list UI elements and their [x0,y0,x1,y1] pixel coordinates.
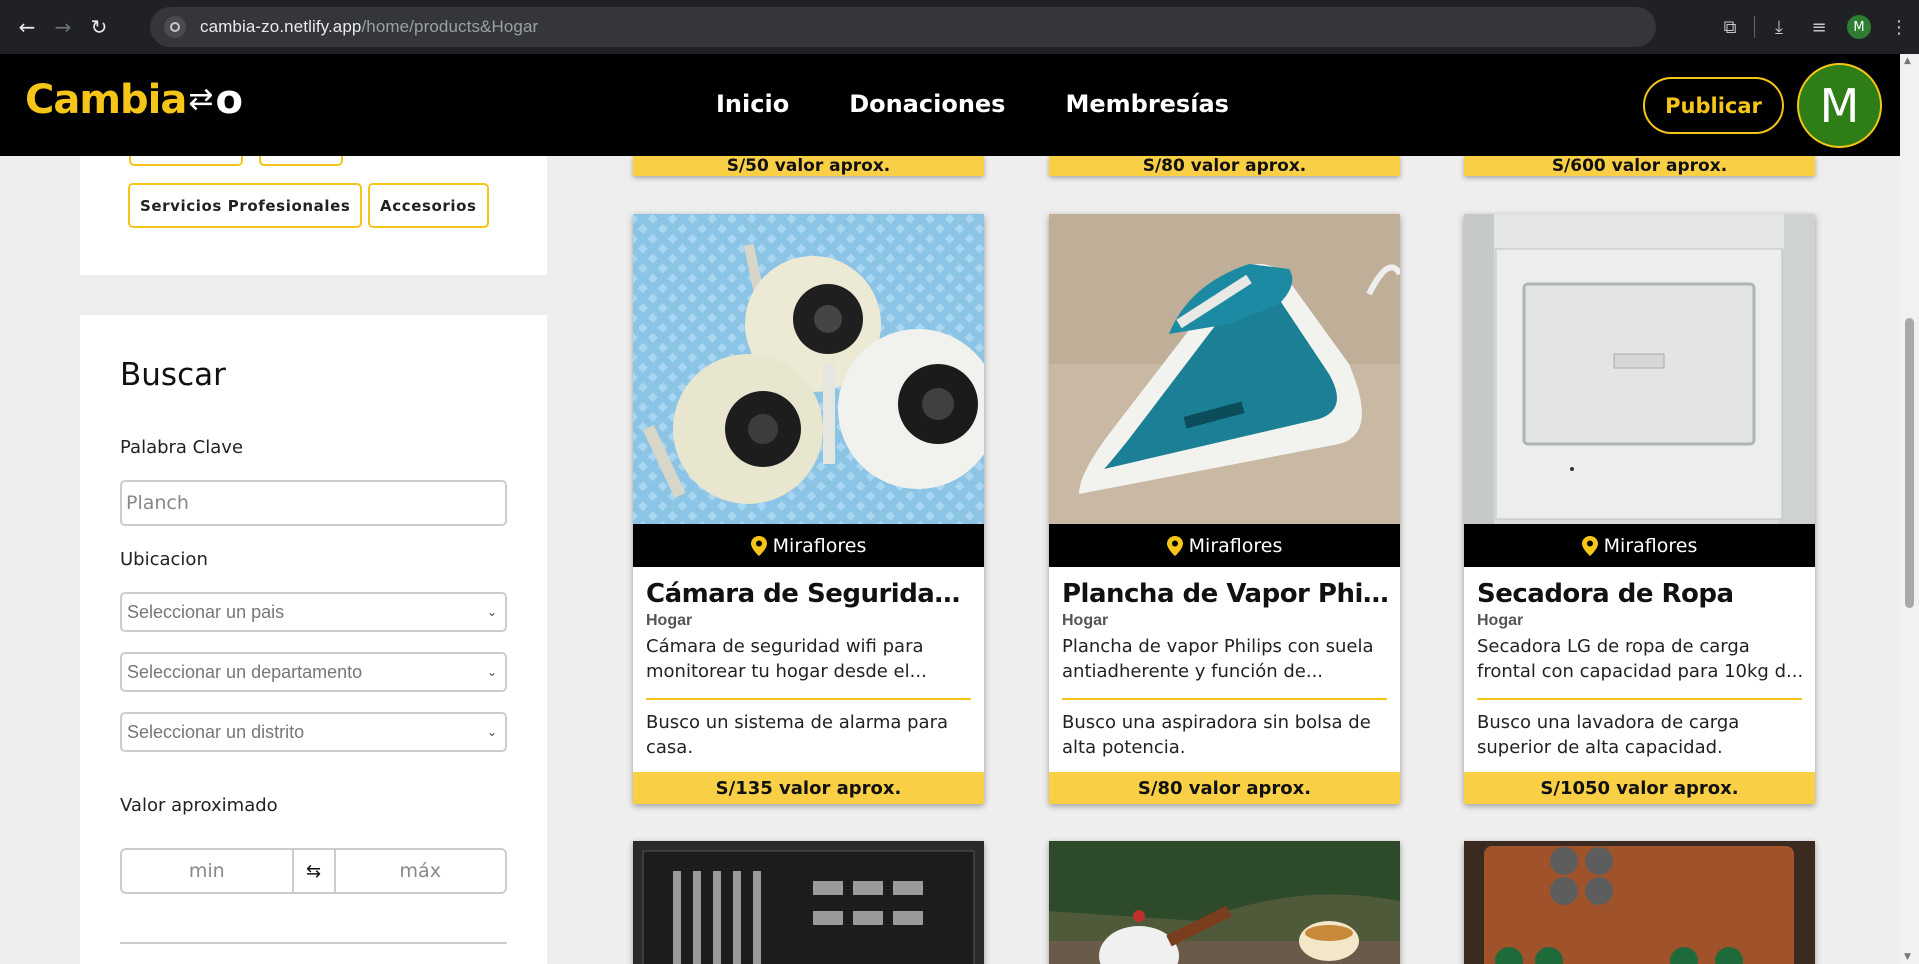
product-image-teapot[interactable] [1049,841,1400,964]
product-wants: Busco una lavadora de carga superior de … [1477,712,1740,758]
product-image-dryer[interactable] [1464,214,1815,524]
address-bar[interactable]: cambia-zo.netlify.app/home/products&Hoga… [150,7,1656,47]
url-text: cambia-zo.netlify.app/home/products&Hoga… [200,17,539,36]
location-pin-icon [750,535,767,556]
browser-toolbar: ← → ↻ cambia-zo.netlify.app/home/product… [0,0,1919,54]
category-chip[interactable] [259,156,343,166]
nav-inicio[interactable]: Inicio [716,90,789,118]
price-bar: S/50 valor aprox. [633,156,984,176]
district-select-value: Seleccionar un distrito [127,721,305,742]
location-pin-icon [1581,535,1598,556]
product-wants: Busco una aspiradora sin bolsa de alta p… [1062,712,1371,758]
product-image-tools[interactable] [633,841,984,964]
location-label: Ubicacion [120,549,208,570]
scroll-down-arrow-icon[interactable]: ▼ [1904,952,1911,962]
media-queue-icon[interactable]: ≡ [1799,7,1839,47]
search-title: Buscar [120,357,226,393]
logo-text: Cambia [25,77,187,123]
category-chip-accesorios[interactable]: Accesorios [368,183,489,228]
product-title[interactable]: Cámara de Seguridad... [646,579,976,609]
profile-button[interactable]: M [1839,7,1879,47]
product-category: Hogar [1477,612,1524,629]
category-chip[interactable] [129,156,243,166]
location-pin-icon [1166,535,1183,556]
logo[interactable]: Cambia ⇄ o [25,77,243,123]
product-category: Hogar [1062,612,1109,629]
product-card[interactable]: Miraflores Plancha de Vapor Philips Hoga… [1049,214,1400,804]
price-bar: S/1050 valor aprox. [1464,772,1815,804]
location-bar: Miraflores [1049,524,1400,567]
product-card-partial[interactable]: S/80 valor aprox. [1049,156,1400,176]
location-text: Miraflores [772,534,867,557]
card-divider [646,698,971,700]
categories-panel: Servicios Profesionales Accesorios [80,156,547,275]
price-bar: S/135 valor aprox. [633,772,984,804]
keyword-label: Palabra Clave [120,437,244,458]
nav-donaciones[interactable]: Donaciones [849,90,1005,118]
nav-membresias[interactable]: Membresías [1065,90,1228,118]
country-select-value: Seleccionar un pais [127,601,285,622]
location-bar: Miraflores [633,524,984,567]
profile-avatar: M [1847,15,1871,39]
product-image-iron[interactable] [1049,214,1400,524]
menu-dots-icon[interactable]: ⋮ [1879,7,1919,47]
min-value-input[interactable]: min [122,860,292,882]
scroll-up-arrow-icon[interactable]: ▲ [1904,56,1911,66]
price-bar: S/80 valor aprox. [1049,156,1400,176]
district-select[interactable]: Seleccionar un distrito ⌄ [120,712,507,752]
value-label: Valor aproximado [120,795,278,816]
download-icon[interactable]: ⤓ [1759,7,1799,47]
product-description: Secadora LG de ropa de carga frontal con… [1477,636,1804,682]
location-bar: Miraflores [1464,524,1815,567]
site-info-icon[interactable] [164,16,186,38]
category-chip-servicios[interactable]: Servicios Profesionales [128,183,363,228]
site-header: Cambia ⇄ o Inicio Donaciones Membresías … [0,54,1900,156]
product-card-partial[interactable]: S/50 valor aprox. [633,156,984,176]
chevron-down-icon: ⌄ [486,725,497,739]
location-text: Miraflores [1603,534,1698,557]
page-scrollbar[interactable]: ▲ ▼ [1900,54,1919,964]
product-image-cameras[interactable] [633,214,984,524]
price-bar: S/600 valor aprox. [1464,156,1815,176]
product-wants: Busco un sistema de alarma para casa. [646,712,949,758]
location-text: Miraflores [1188,534,1283,557]
country-select[interactable]: Seleccionar un pais ⌄ [120,592,507,632]
user-avatar[interactable]: M [1797,63,1882,148]
card-divider [1062,698,1387,700]
toolbar-separator [1754,16,1755,38]
divider [120,942,507,944]
product-category: Hogar [646,612,693,629]
product-card-partial[interactable]: S/600 valor aprox. [1464,156,1815,176]
max-value-input[interactable]: máx [336,860,506,882]
product-card[interactable]: Miraflores Cámara de Seguridad... Hogar … [633,214,984,804]
department-select-value: Seleccionar un departamento [127,661,363,682]
scrollbar-thumb[interactable] [1905,318,1914,608]
card-divider [1477,698,1802,700]
value-range: min ⇆ máx [120,848,507,894]
chevron-down-icon: ⌄ [486,665,497,679]
product-title[interactable]: Plancha de Vapor Philips [1062,579,1392,609]
product-image-board-game[interactable] [1464,841,1815,964]
product-description: Plancha de vapor Philips con suela antia… [1062,636,1374,682]
forward-arrow-icon[interactable]: → [45,9,81,45]
reload-icon[interactable]: ↻ [81,9,117,45]
department-select[interactable]: Seleccionar un departamento ⌄ [120,652,507,692]
extensions-icon[interactable]: ⧉ [1710,7,1750,47]
product-title[interactable]: Secadora de Ropa [1477,579,1807,609]
swap-arrows-logo-icon: ⇄ [188,82,214,117]
product-description: Cámara de seguridad wifi para monitorear… [646,636,927,682]
product-card[interactable]: Miraflores Secadora de Ropa Hogar Secado… [1464,214,1815,804]
search-panel: Buscar Palabra Clave Planch Ubicacion Se… [80,315,547,964]
main-nav: Inicio Donaciones Membresías [716,90,1229,118]
chevron-down-icon: ⌄ [486,605,497,619]
publish-button[interactable]: Publicar [1643,77,1784,134]
keyword-input[interactable]: Planch [120,480,507,526]
back-arrow-icon[interactable]: ← [9,9,45,45]
logo-text-end: o [215,77,243,123]
price-bar: S/80 valor aprox. [1049,772,1400,804]
swap-arrows-icon[interactable]: ⇆ [291,850,336,892]
